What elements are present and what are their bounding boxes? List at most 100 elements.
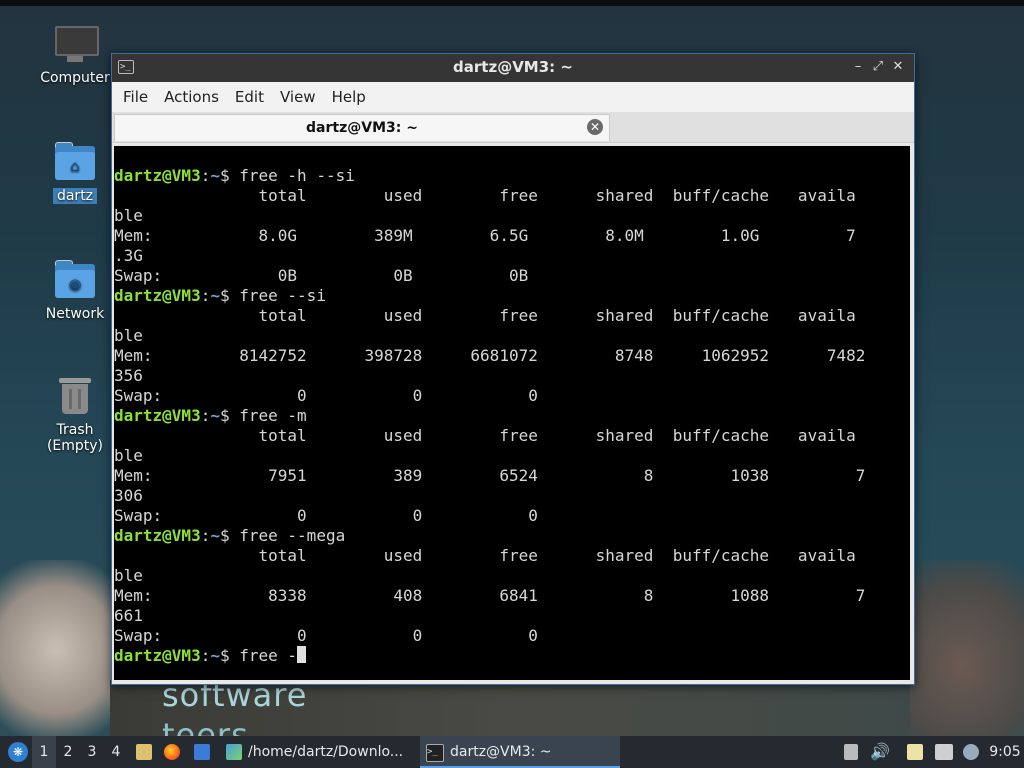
tray-arrow[interactable] bbox=[842, 736, 862, 768]
update-icon bbox=[963, 744, 979, 760]
terminal-output-line: Swap: 0 0 0 bbox=[114, 626, 538, 645]
task-image-viewer[interactable]: /home/dartz/Downlo... bbox=[222, 736, 418, 768]
workspace-3[interactable]: 3 bbox=[80, 736, 104, 768]
task-label: dartz@VM3: ~ bbox=[450, 744, 552, 760]
menu-bar: File Actions Edit View Help bbox=[112, 82, 914, 112]
taskbar: ❋ 1 2 3 4 /home/dartz/Downlo... >_ dartz… bbox=[0, 736, 1024, 768]
terminal-output-line: .3G bbox=[114, 246, 143, 265]
network-folder-icon: ◉ bbox=[53, 258, 97, 302]
wallpaper-text-2: teers bbox=[162, 716, 249, 736]
file-manager-launcher[interactable] bbox=[132, 736, 156, 768]
terminal-command: $ free -h --si bbox=[219, 166, 355, 185]
desktop-icon-computer[interactable]: Computer bbox=[27, 22, 123, 86]
terminal-output[interactable]: dartz@VM3:~$ free -h --si total used fre… bbox=[114, 146, 910, 680]
desktop-icon bbox=[194, 744, 210, 760]
network-icon bbox=[935, 744, 953, 760]
terminal-icon: >_ bbox=[426, 744, 444, 762]
minimize-icon[interactable]: – bbox=[850, 59, 866, 75]
menu-file[interactable]: File bbox=[116, 88, 155, 106]
show-desktop-button[interactable] bbox=[190, 736, 214, 768]
menu-help[interactable]: Help bbox=[325, 88, 373, 106]
terminal-command: $ free -m bbox=[219, 406, 307, 425]
desktop-icon-trash[interactable]: Trash (Empty) bbox=[27, 374, 123, 454]
menu-actions[interactable]: Actions bbox=[157, 88, 226, 106]
top-edge bbox=[0, 0, 1024, 6]
terminal-output-line: Mem: 8338 408 6841 8 1088 7 bbox=[114, 586, 866, 605]
terminal-output-line: Swap: 0 0 0 bbox=[114, 386, 538, 405]
terminal-output-line: total used free shared buff/cache availa bbox=[114, 426, 856, 445]
eject-icon bbox=[844, 744, 858, 760]
terminal-command: $ free --si bbox=[219, 286, 326, 305]
terminal-output-line: total used free shared buff/cache availa bbox=[114, 186, 856, 205]
terminal-prompt-line: dartz@VM3:~$ free - bbox=[114, 646, 910, 666]
terminal-output-line: ble bbox=[114, 206, 143, 225]
app-menu-button[interactable]: ❋ bbox=[4, 736, 30, 768]
prompt-path: ~ bbox=[210, 406, 220, 425]
prompt-user: dartz@VM3 bbox=[114, 406, 201, 425]
terminal-prompt-line: dartz@VM3:~$ free --si bbox=[114, 286, 326, 305]
menu-view[interactable]: View bbox=[273, 88, 323, 106]
workspace-1[interactable]: 1 bbox=[32, 736, 56, 768]
menu-edit[interactable]: Edit bbox=[228, 88, 271, 106]
prompt-user: dartz@VM3 bbox=[114, 526, 201, 545]
terminal-prompt-line: dartz@VM3:~$ free -m bbox=[114, 406, 307, 425]
workspace-4[interactable]: 4 bbox=[104, 736, 128, 768]
terminal-output-line: Mem: 8142752 398728 6681072 8748 1062952… bbox=[114, 346, 866, 365]
update-notifier[interactable] bbox=[960, 736, 982, 768]
terminal-output-line: total used free shared buff/cache availa bbox=[114, 546, 856, 565]
window-title: dartz@VM3: ~ bbox=[453, 58, 573, 76]
terminal-output-line: Swap: 0 0 0 bbox=[114, 506, 538, 525]
task-label: /home/dartz/Downlo... bbox=[248, 744, 404, 760]
tab-title: dartz@VM3: ~ bbox=[306, 120, 418, 136]
task-terminal[interactable]: >_ dartz@VM3: ~ bbox=[420, 736, 620, 768]
file-manager-icon bbox=[136, 744, 152, 760]
terminal-prompt-line: dartz@VM3:~$ free -h --si bbox=[114, 166, 355, 185]
desktop-icon-label: dartz bbox=[52, 188, 98, 204]
terminal-output-line: Mem: 8.0G 389M 6.5G 8.0M 1.0G 7 bbox=[114, 226, 856, 245]
prompt-path: ~ bbox=[210, 646, 220, 665]
workspace-2[interactable]: 2 bbox=[56, 736, 80, 768]
terminal-command: $ free - bbox=[219, 646, 298, 665]
terminal-output-line: Swap: 0B 0B 0B bbox=[114, 266, 529, 285]
terminal-output-line: 356 bbox=[114, 366, 143, 385]
home-folder-icon: ⌂ bbox=[53, 140, 97, 184]
desktop-icon-home[interactable]: ⌂ dartz bbox=[27, 140, 123, 204]
volume-button[interactable]: 🔊 bbox=[870, 736, 890, 768]
terminal-output-line: ble bbox=[114, 566, 143, 585]
maximize-icon[interactable]: ⤢ bbox=[870, 59, 886, 75]
prompt-user: dartz@VM3 bbox=[114, 286, 201, 305]
desktop-icon-label: Computer bbox=[40, 70, 110, 86]
desktop-icon-label: Trash (Empty) bbox=[46, 422, 104, 454]
trash-icon bbox=[53, 374, 97, 418]
network-button[interactable] bbox=[932, 736, 956, 768]
terminal-output-line: ble bbox=[114, 326, 143, 345]
start-menu-icon: ❋ bbox=[8, 742, 28, 762]
prompt-path: ~ bbox=[210, 526, 220, 545]
clipboard-icon bbox=[907, 744, 923, 760]
terminal-window[interactable]: >_ dartz@VM3: ~ – ⤢ ✕ File Actions Edit … bbox=[111, 53, 915, 685]
volume-icon: 🔊 bbox=[870, 742, 890, 761]
close-icon[interactable]: ✕ bbox=[890, 59, 906, 75]
prompt-path: ~ bbox=[210, 286, 220, 305]
clipboard-button[interactable] bbox=[904, 736, 926, 768]
terminal-output-line: ble bbox=[114, 446, 143, 465]
terminal-output-line: 306 bbox=[114, 486, 143, 505]
firefox-icon bbox=[164, 744, 180, 760]
computer-icon bbox=[53, 22, 99, 66]
prompt-user: dartz@VM3 bbox=[114, 166, 201, 185]
tab-close-icon[interactable]: ✕ bbox=[587, 119, 603, 135]
desktop-icon-network[interactable]: ◉ Network bbox=[27, 258, 123, 322]
desktop-icon-label: Network bbox=[45, 306, 105, 322]
prompt-path: ~ bbox=[210, 166, 220, 185]
window-titlebar[interactable]: >_ dartz@VM3: ~ – ⤢ ✕ bbox=[112, 54, 914, 82]
terminal-prompt-line: dartz@VM3:~$ free --mega bbox=[114, 526, 346, 545]
firefox-launcher[interactable] bbox=[160, 736, 184, 768]
terminal-text: dartz@VM3:~$ free -h --si total used fre… bbox=[114, 146, 910, 666]
terminal-tab[interactable]: dartz@VM3: ~ ✕ bbox=[114, 114, 610, 141]
terminal-output-line: 661 bbox=[114, 606, 143, 625]
terminal-output-line: Mem: 7951 389 6524 8 1038 7 bbox=[114, 466, 866, 485]
image-viewer-icon bbox=[226, 744, 242, 760]
clock[interactable]: 9:05 bbox=[988, 736, 1022, 768]
prompt-user: dartz@VM3 bbox=[114, 646, 201, 665]
terminal-output-line: total used free shared buff/cache availa bbox=[114, 306, 856, 325]
